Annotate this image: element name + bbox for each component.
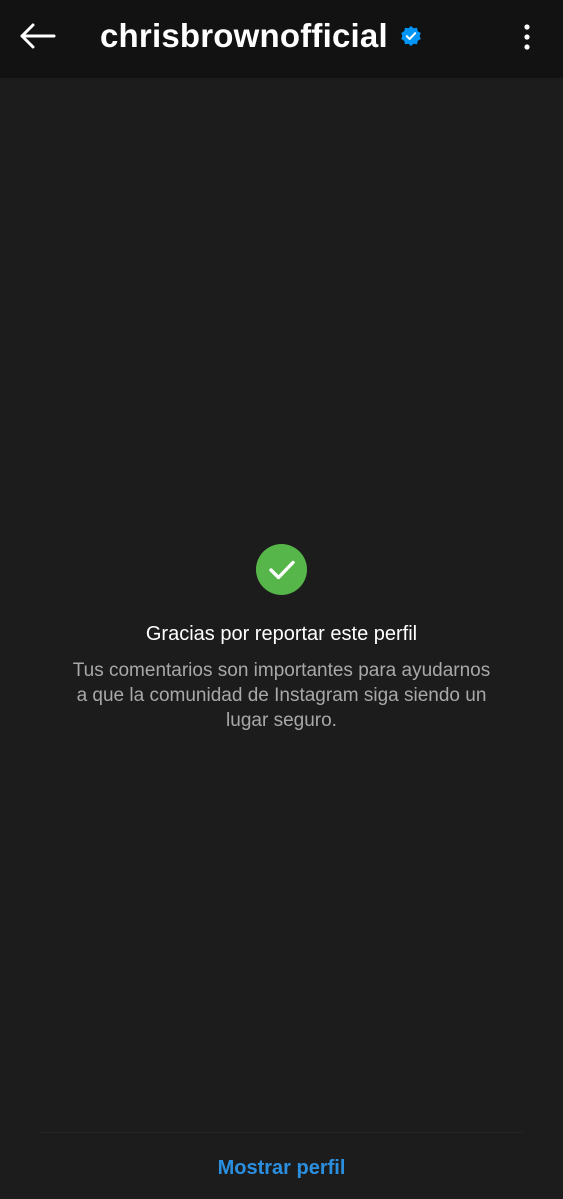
report-confirmation-screen: chrisbrownofficial Gracias por reportar … bbox=[0, 0, 563, 1199]
top-bar: chrisbrownofficial bbox=[0, 0, 563, 78]
show-profile-button[interactable]: Mostrar perfil bbox=[0, 1148, 563, 1188]
profile-title: chrisbrownofficial bbox=[100, 14, 422, 58]
confirmation-content: Gracias por reportar este perfil Tus com… bbox=[0, 544, 563, 733]
verified-badge-icon bbox=[400, 25, 422, 47]
confirmation-heading: Gracias por reportar este perfil bbox=[145, 623, 418, 645]
check-circle-icon bbox=[256, 544, 307, 595]
arrow-left-icon bbox=[20, 23, 56, 49]
more-options-button[interactable] bbox=[519, 22, 535, 52]
confirmation-description: Tus comentarios son importantes para ayu… bbox=[72, 660, 491, 731]
more-vertical-icon bbox=[524, 24, 530, 50]
back-button[interactable] bbox=[16, 18, 58, 54]
footer-divider bbox=[40, 1132, 523, 1133]
username-title: chrisbrownofficial bbox=[100, 17, 388, 54]
